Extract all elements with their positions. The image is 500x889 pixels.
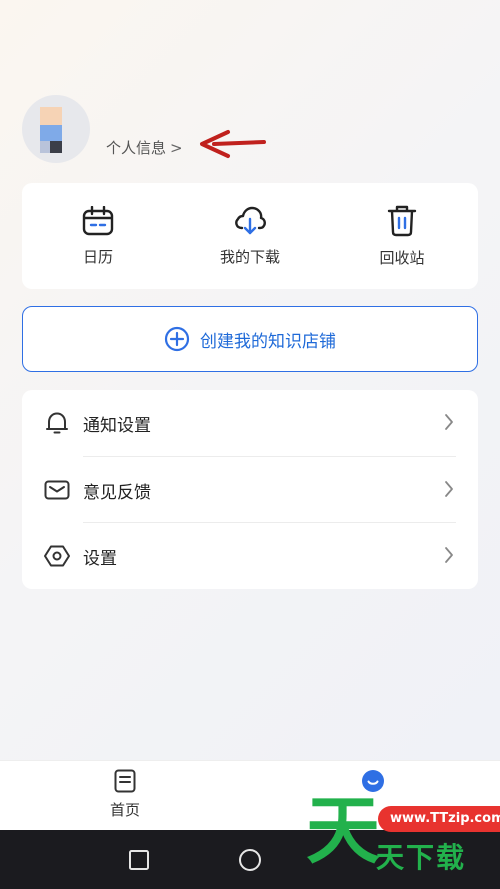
trash-icon [387,205,417,236]
profile-header: 个人信息 > [22,95,322,165]
quick-actions-card: 日历 我的下载 回收站 [22,183,478,289]
tab-home[interactable]: 首页 [85,769,165,820]
calendar-label: 日历 [82,247,113,266]
document-icon [114,769,136,793]
personal-info-link[interactable]: 个人信息 > [106,137,183,158]
recent-apps-square-icon[interactable] [128,849,150,871]
recycle-bin-label: 回收站 [379,248,425,267]
personal-info-label: 个人信息 [106,139,167,157]
avatar[interactable] [22,95,90,163]
tab-home-label: 首页 [109,801,140,819]
menu-item-settings[interactable]: 设置 [22,523,478,589]
create-knowledge-store-button[interactable]: 创建我的知识店铺 [22,306,478,372]
notification-settings-label: 通知设置 [83,415,151,436]
chevron-right-icon [445,481,453,497]
watermark-logo: 天 www.TTzip.com 天下载 [306,790,500,889]
red-arrow-annotation [200,130,266,158]
recycle-bin-button[interactable]: 回收站 [326,183,478,289]
chevron-right-icon [445,547,453,563]
mail-icon [44,480,70,500]
hexagon-settings-icon [44,545,70,567]
menu-item-notification-settings[interactable]: 通知设置 [22,390,478,456]
calendar-button[interactable]: 日历 [22,183,174,289]
settings-menu-card: 通知设置 意见反馈 设置 [22,390,478,589]
chevron-right-icon [445,414,453,430]
settings-label: 设置 [83,548,117,569]
my-downloads-label: 我的下载 [219,247,280,266]
create-knowledge-store-label: 创建我的知识店铺 [200,331,336,352]
chevron-right-icon: > [170,138,183,157]
cloud-download-icon [235,206,266,234]
menu-item-feedback[interactable]: 意见反馈 [22,457,478,523]
watermark-url: www.TTzip.com [378,806,500,832]
bell-icon [46,412,68,434]
home-circle-icon[interactable] [238,848,262,872]
plus-circle-icon [164,326,190,352]
my-downloads-button[interactable]: 我的下载 [174,183,326,289]
watermark-text: 天下载 [376,841,467,874]
watermark-big-char: 天 [306,788,380,874]
feedback-label: 意见反馈 [83,482,151,503]
calendar-icon [82,205,114,235]
